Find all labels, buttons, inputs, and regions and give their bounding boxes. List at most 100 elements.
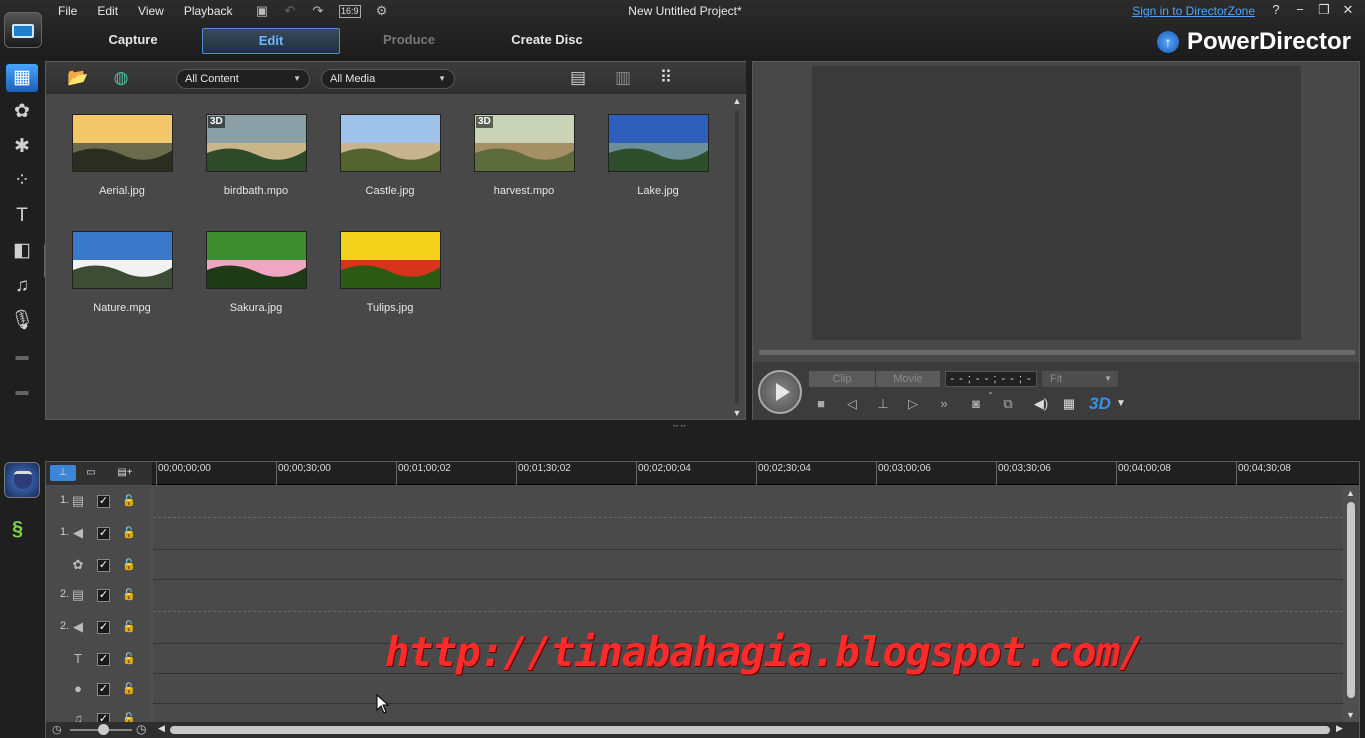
scroll-thumb[interactable] xyxy=(1347,502,1355,698)
effect-room-icon[interactable]: ✿ xyxy=(6,98,38,126)
save-icon[interactable]: ▣ xyxy=(255,4,269,18)
splitter-grip-icon[interactable]: ⠒⠒ xyxy=(672,422,687,433)
menu-item-edit[interactable]: Edit xyxy=(97,4,118,18)
aspect-ratio-selector[interactable]: 16:9 xyxy=(339,4,361,18)
clip-mode-button[interactable]: Clip xyxy=(809,371,875,387)
view-options-icon[interactable]: ⠿ xyxy=(654,68,678,88)
media-thumbnail[interactable]: 3D xyxy=(206,114,307,172)
scroll-up-icon[interactable]: ▲ xyxy=(1346,488,1355,498)
magic-movie-wizard-icon[interactable] xyxy=(4,462,40,498)
media-item[interactable]: 3D birdbath.mpo xyxy=(180,94,314,204)
restore-icon[interactable]: ❐ xyxy=(1317,3,1331,17)
movie-mode-button[interactable]: Movie xyxy=(876,371,940,387)
zoom-in-icon[interactable]: ◷ xyxy=(136,722,146,736)
track-enable-checkbox[interactable]: ✓ xyxy=(97,653,110,666)
menu-item-playback[interactable]: Playback xyxy=(184,4,233,18)
redo-icon[interactable]: ↷ xyxy=(311,4,325,18)
tab-produce[interactable]: Produce xyxy=(340,28,478,54)
scroll-down-icon[interactable]: ▼ xyxy=(1346,710,1355,720)
lock-icon[interactable]: 🔓 xyxy=(122,526,136,539)
preview-seek-bar[interactable] xyxy=(759,350,1355,355)
media-item[interactable]: Castle.jpg xyxy=(314,94,448,204)
content-filter-dropdown[interactable]: All Content ▼ xyxy=(176,69,310,89)
tab-edit[interactable]: Edit xyxy=(202,28,340,54)
upgrade-arrow-icon[interactable]: ↑ xyxy=(1156,31,1179,53)
media-item[interactable]: Sakura.jpg xyxy=(180,211,314,321)
panel-splitter[interactable]: ⠒⠒ xyxy=(0,420,1365,460)
download-media-icon[interactable]: ◍ xyxy=(109,68,133,88)
track-enable-checkbox[interactable]: ✓ xyxy=(97,621,110,634)
lock-icon[interactable]: 🔓 xyxy=(122,494,136,507)
title-room-icon[interactable]: T xyxy=(6,202,38,230)
track-enable-checkbox[interactable]: ✓ xyxy=(97,713,110,722)
track-manager-icon[interactable]: ▤+ xyxy=(112,465,138,481)
media-filter-dropdown[interactable]: All Media ▼ xyxy=(321,69,455,89)
track-enable-checkbox[interactable]: ✓ xyxy=(97,589,110,602)
media-room-icon[interactable]: ▦ xyxy=(6,64,38,92)
media-thumbnail[interactable]: 3D xyxy=(474,114,575,172)
next-frame-icon[interactable]: ▷ xyxy=(904,395,922,413)
timeline-ruler[interactable]: 00;00;00;00 00;00;30;00 00;01;00;02 00;01;3… xyxy=(152,462,1359,485)
media-thumbnail[interactable] xyxy=(340,231,441,289)
app-logo-icon[interactable] xyxy=(4,12,42,48)
lock-icon[interactable]: 🔓 xyxy=(122,652,136,665)
tab-capture[interactable]: Capture xyxy=(64,28,202,54)
particle-room-icon[interactable]: ⁘ xyxy=(6,167,38,195)
scroll-left-icon[interactable]: ◀ xyxy=(158,723,165,734)
display-options-icon[interactable]: ▦ xyxy=(1060,395,1078,413)
minimize-icon[interactable]: − xyxy=(1293,3,1307,17)
import-folder-icon[interactable]: 📂 xyxy=(66,68,90,88)
split-icon[interactable]: ⊥ xyxy=(874,395,892,413)
timeline-track[interactable] xyxy=(153,518,1343,550)
theme-designer-icon[interactable]: § xyxy=(12,518,23,541)
track-enable-checkbox[interactable]: ✓ xyxy=(97,527,110,540)
timeline-track[interactable] xyxy=(153,550,1343,580)
plugins-icon[interactable]: ▥ xyxy=(611,68,635,88)
chapter-room-icon[interactable]: ▬ xyxy=(6,342,38,370)
zoom-fit-dropdown[interactable]: Fit ▼ xyxy=(1042,371,1118,387)
lock-icon[interactable]: 🔓 xyxy=(122,620,136,633)
audio-mixing-icon[interactable]: ♫ xyxy=(6,272,38,300)
tab-create-disc[interactable]: Create Disc xyxy=(478,28,616,54)
timeline-view-icon[interactable]: ⊥ xyxy=(50,465,76,481)
media-item[interactable]: Aerial.jpg xyxy=(46,94,180,204)
timecode-display[interactable]: - - ; - - ; - - ; - - xyxy=(945,371,1037,399)
lock-icon[interactable]: 🔓 xyxy=(122,588,136,601)
timeline-track[interactable] xyxy=(153,580,1343,612)
transition-room-icon[interactable]: ◧ xyxy=(6,237,38,265)
sort-media-icon[interactable]: ▤ xyxy=(566,68,590,88)
library-scrollbar[interactable]: ▲ ▼ xyxy=(732,96,742,418)
zoom-slider-knob[interactable] xyxy=(98,724,109,735)
snapshot-icon[interactable]: ◙ xyxy=(967,395,985,413)
track-enable-checkbox[interactable]: ✓ xyxy=(97,683,110,696)
subtitle-room-icon[interactable]: ▬ xyxy=(6,377,38,405)
menu-item-file[interactable]: File xyxy=(58,4,77,18)
lock-icon[interactable]: 🔓 xyxy=(122,558,136,571)
media-item[interactable]: 3D harvest.mpo xyxy=(448,94,582,204)
timeline-track[interactable] xyxy=(153,704,1343,722)
zoom-out-icon[interactable]: ◷ xyxy=(52,723,62,736)
media-item[interactable]: Nature.mpg xyxy=(46,211,180,321)
media-thumbnail[interactable] xyxy=(72,114,173,172)
undo-icon[interactable]: ↶ xyxy=(283,4,297,18)
timeline-track[interactable] xyxy=(153,674,1343,704)
timeline-vertical-scrollbar[interactable]: ▲ ▼ xyxy=(1344,486,1358,722)
media-thumbnail[interactable] xyxy=(340,114,441,172)
pip-room-icon[interactable]: ✱ xyxy=(6,133,38,161)
signin-link[interactable]: Sign in to DirectorZone xyxy=(1132,4,1255,18)
track-enable-checkbox[interactable]: ✓ xyxy=(97,495,110,508)
media-thumbnail[interactable] xyxy=(206,231,307,289)
volume-icon[interactable]: ◀) xyxy=(1032,395,1050,413)
lock-icon[interactable]: 🔓 xyxy=(122,682,136,695)
lock-icon[interactable]: 🔓 xyxy=(122,712,136,722)
menu-item-view[interactable]: View xyxy=(138,4,164,18)
scroll-up-icon[interactable]: ▲ xyxy=(732,96,742,106)
stop-icon[interactable]: ■ xyxy=(812,395,830,413)
gear-icon[interactable]: ⚙ xyxy=(375,4,389,18)
media-thumbnail[interactable] xyxy=(72,231,173,289)
scroll-down-icon[interactable]: ▼ xyxy=(732,408,742,418)
media-thumbnail[interactable] xyxy=(608,114,709,172)
3d-mode-button[interactable]: 3D xyxy=(1089,394,1111,414)
horizontal-scroll-thumb[interactable] xyxy=(170,726,1330,734)
track-enable-checkbox[interactable]: ✓ xyxy=(97,559,110,572)
